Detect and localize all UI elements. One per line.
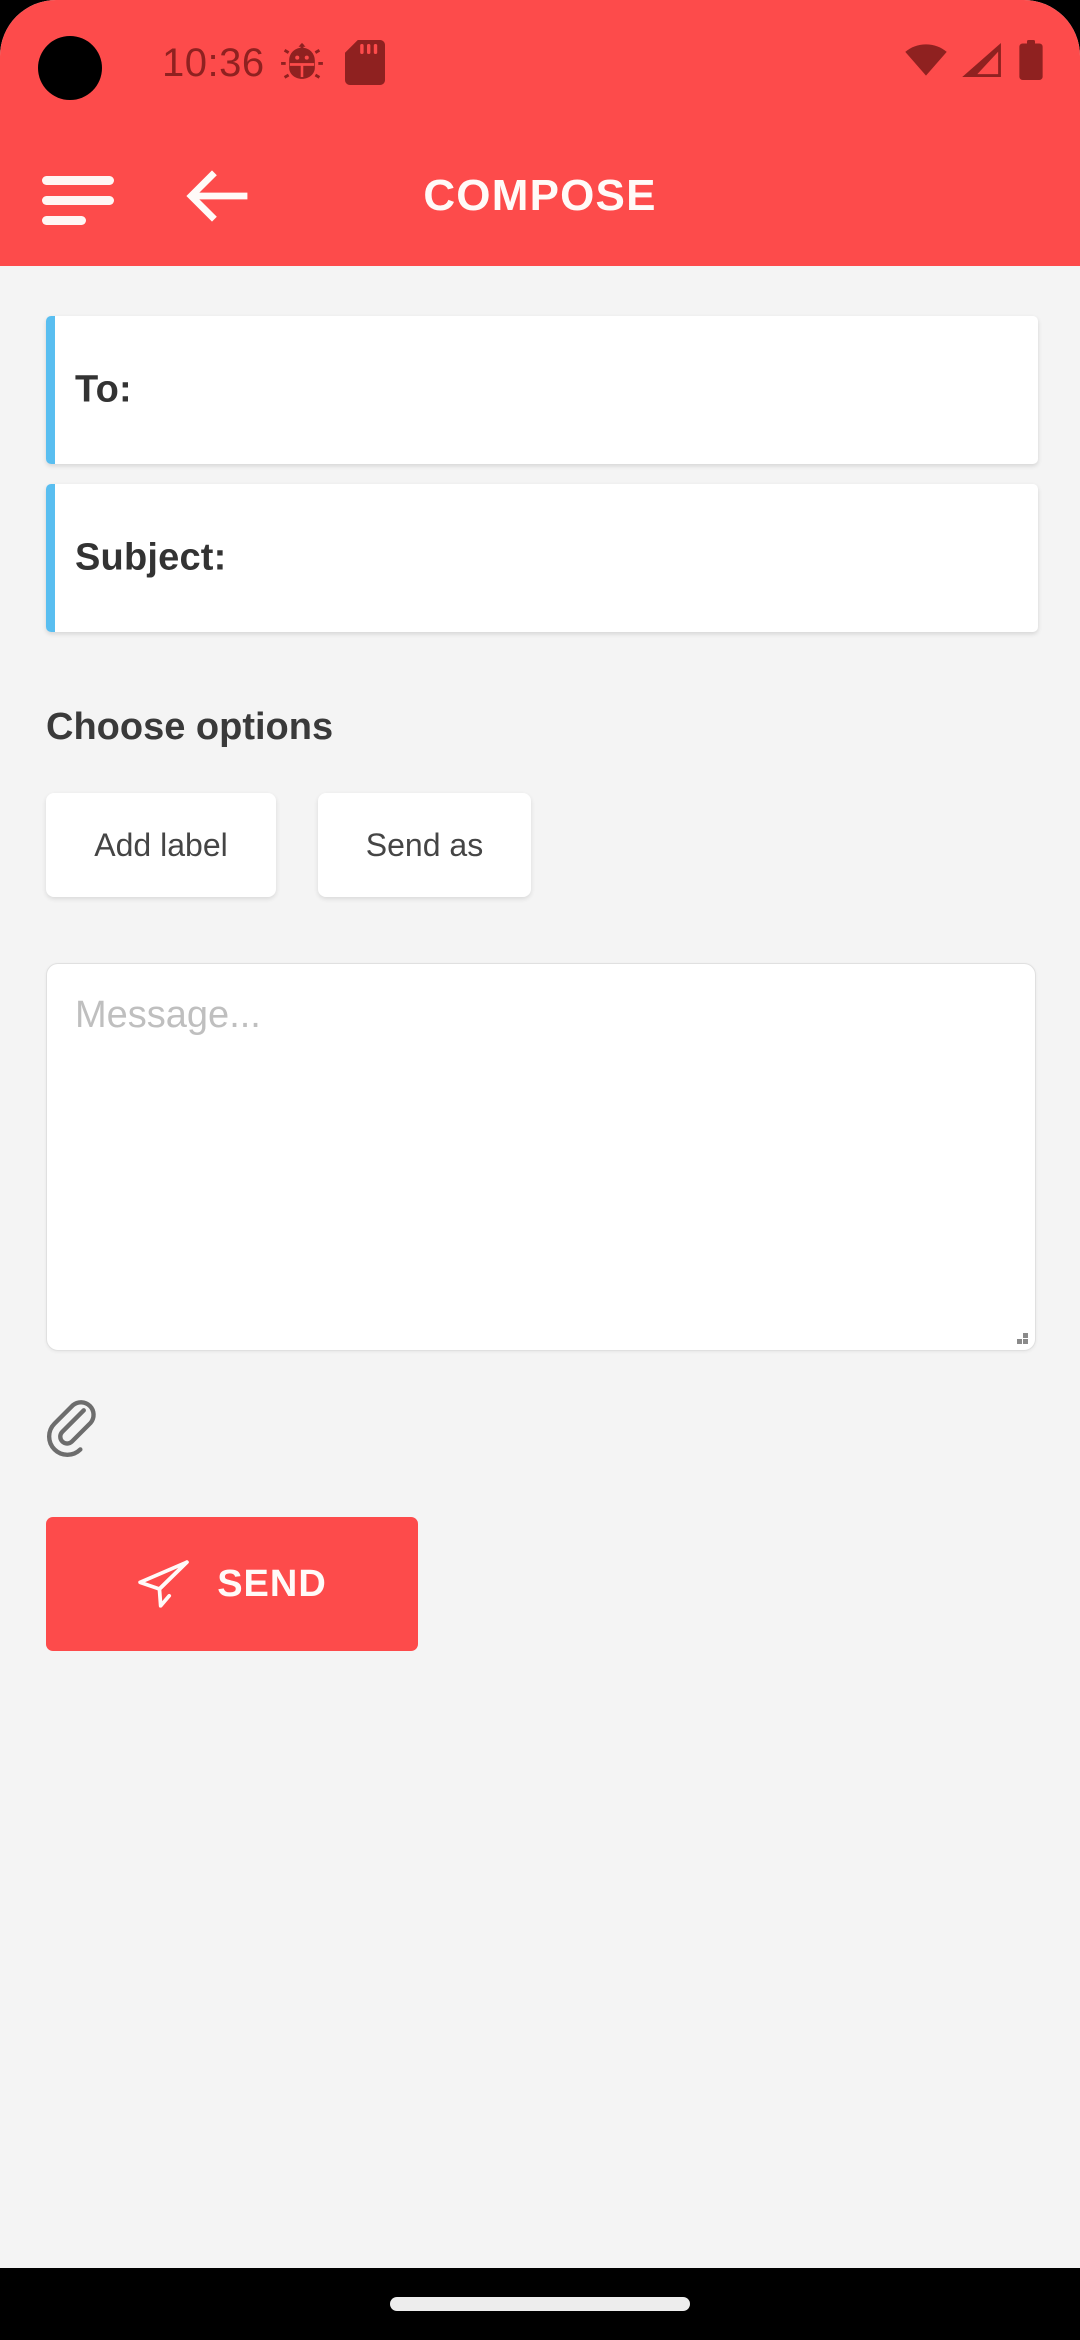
to-field-label: To: [75, 368, 132, 411]
menu-line-2 [42, 196, 114, 205]
subject-field-label: Subject: [75, 536, 227, 579]
paper-plane-icon [138, 1560, 189, 1608]
gesture-pill-handle[interactable] [390, 2297, 690, 2311]
message-textarea[interactable]: Message... [46, 963, 1036, 1351]
hamburger-menu-icon[interactable] [42, 174, 122, 225]
subject-field-accent-bar [46, 484, 55, 632]
status-bar-clock: 10:36 [162, 41, 265, 85]
camera-punch-hole [38, 36, 102, 100]
to-field-accent-bar [46, 316, 55, 464]
bug-icon [281, 42, 323, 79]
textarea-resize-handle[interactable] [1016, 1332, 1028, 1344]
send-as-button[interactable]: Send as [318, 793, 531, 897]
phone-frame: 10:36 COMPOSE To: Subject: Choose option… [0, 0, 1080, 2340]
arrow-left-icon[interactable] [186, 168, 248, 224]
screen: 10:36 COMPOSE To: Subject: Choose option… [0, 0, 1080, 2268]
add-label-button[interactable]: Add label [46, 793, 276, 897]
choose-options-heading: Choose options [46, 706, 334, 748]
system-navigation-bar [0, 2268, 1080, 2340]
status-bar-right-icons [904, 40, 1044, 80]
sd-card-icon [345, 40, 385, 85]
send-button-label: SEND [217, 1562, 327, 1605]
battery-icon [1019, 40, 1043, 80]
page-title: COMPOSE [423, 171, 657, 220]
menu-line-3 [42, 216, 86, 225]
message-placeholder: Message... [75, 994, 261, 1036]
subject-field[interactable]: Subject: [46, 484, 1038, 632]
cellular-signal-icon [962, 43, 1001, 77]
menu-line-1 [42, 176, 114, 185]
paperclip-icon[interactable] [44, 1398, 96, 1458]
status-bar: 10:36 [0, 0, 1080, 126]
to-field[interactable]: To: [46, 316, 1038, 464]
wifi-icon [905, 44, 947, 76]
compose-form: To: Subject: Choose options Add label Se… [0, 266, 1080, 2268]
send-button[interactable]: SEND [46, 1517, 418, 1651]
app-bar: COMPOSE [0, 126, 1080, 266]
